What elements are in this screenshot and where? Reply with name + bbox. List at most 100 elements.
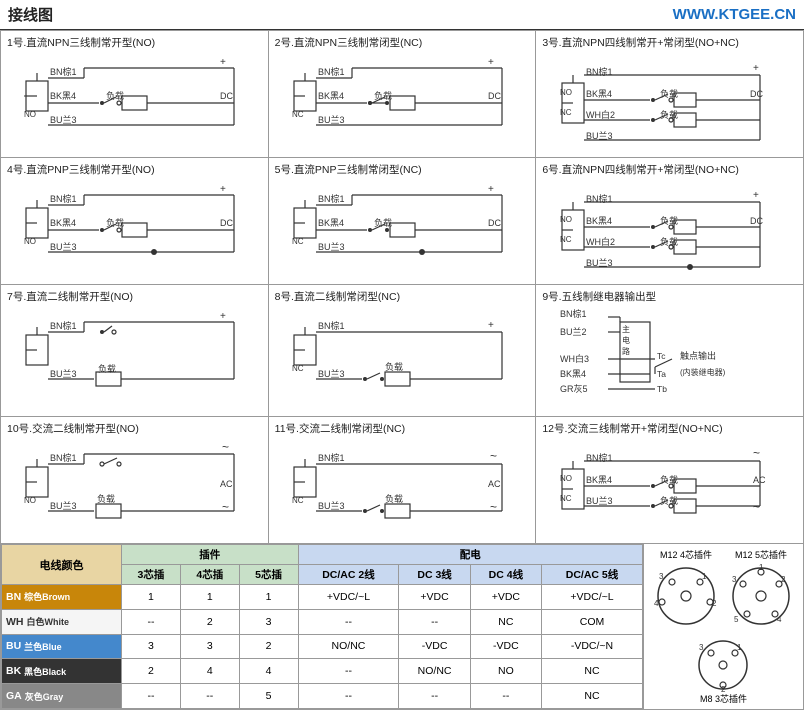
svg-text:NC: NC [292, 237, 304, 246]
svg-text:电: 电 [622, 335, 630, 345]
svg-text:5: 5 [734, 615, 739, 624]
row-wh: WH 白色White -- 2 3 -- -- NC COM [2, 609, 643, 634]
svg-text:AC: AC [220, 479, 233, 489]
diagram-12-svg: BN棕1 ~ BK黑4 负载 AC NO BU兰3 负载 NC ~ [560, 439, 780, 539]
diagram-4: 4号.直流PNP三线制常开型(NO) BN棕1 + BK黑4 负载 DC BU兰… [1, 158, 269, 285]
m12-4pin-diagram: 1 2 3 4 [654, 564, 719, 629]
svg-text:NC: NC [560, 235, 572, 244]
svg-text:2: 2 [712, 599, 717, 608]
svg-text:BU兰3: BU兰3 [318, 241, 345, 252]
svg-text:3: 3 [699, 643, 704, 652]
svg-text:路: 路 [622, 346, 630, 356]
col-3pin: 3芯插 [122, 565, 181, 585]
bk-code-cell: BK 黑色Black [2, 659, 122, 684]
bn-4pin: 1 [180, 585, 239, 610]
svg-text:BU兰3: BU兰3 [50, 114, 77, 125]
svg-text:BK黑4: BK黑4 [50, 91, 76, 101]
svg-text:NC: NC [292, 496, 304, 505]
bu-dcac2: NO/NC [298, 634, 399, 659]
color-table: 电线颜色 插件 配电 3芯插 4芯插 5芯插 DC/AC 2线 DC 3线 DC… [1, 544, 643, 709]
ga-code: GA [6, 690, 22, 702]
col-dcac2: DC/AC 2线 [298, 565, 399, 585]
diagram-8-title: 8号.直流二线制常闭型(NC) [275, 289, 530, 304]
diagram-2-title: 2号.直流NPN三线制常闭型(NC) [275, 35, 530, 50]
svg-text:(内装继电器): (内装继电器) [680, 367, 726, 377]
diagram-3: 3号.直流NPN四线制常开+常闭型(NO+NC) BN棕1 + BK黑4 负载 … [536, 31, 804, 158]
row-ga: GA 灰色Gray -- -- 5 -- -- -- NC [2, 684, 643, 709]
ga-dc3: -- [399, 684, 470, 709]
svg-text:BN棕1: BN棕1 [50, 193, 77, 204]
bn-dc3: +VDC [399, 585, 470, 610]
bn-cn: 棕色Brown [24, 590, 70, 603]
diagram-11-svg: BN棕1 ~ BU兰3 负载 NC ~ AC [292, 439, 512, 524]
svg-text:BK黑4: BK黑4 [50, 218, 76, 228]
diagram-3-svg: BN棕1 + BK黑4 负载 DC NO WH白2 负载 NC BU [560, 53, 780, 153]
svg-text:Tb: Tb [657, 384, 667, 394]
bn-dcac2: +VDC/~L [298, 585, 399, 610]
svg-text:DC: DC [750, 89, 763, 99]
diagram-12: 12号.交流三线制常开+常闭型(NO+NC) BN棕1 ~ BK黑4 负载 AC… [536, 417, 804, 544]
svg-text:DC: DC [488, 91, 501, 101]
m12-4pin-item: M12 4芯插件 1 2 3 4 [654, 548, 719, 632]
svg-text:DC: DC [220, 91, 233, 101]
wh-dcac5: COM [542, 609, 643, 634]
ga-dcac2: -- [298, 684, 399, 709]
svg-text:WH白2: WH白2 [586, 109, 615, 120]
col-dcac5: DC/AC 5线 [542, 565, 643, 585]
svg-text:BN棕1: BN棕1 [50, 452, 77, 463]
diagram-6: 6号.直流NPN四线制常开+常闭型(NO+NC) BN棕1 + BK黑4 负载 … [536, 158, 804, 285]
diagram-1-svg: BN棕1 + BK黑4 负载 DC BU兰3 NO [24, 53, 244, 138]
wh-3pin: -- [122, 609, 181, 634]
svg-text:GR灰5: GR灰5 [560, 383, 588, 394]
svg-text:BK黑4: BK黑4 [318, 91, 344, 101]
svg-text:NC: NC [560, 108, 572, 117]
wh-cn: 白色White [27, 615, 70, 628]
diagram-7-svg: BN棕1 + BU兰3 负载 [24, 307, 244, 392]
svg-text:~: ~ [490, 500, 497, 514]
diagram-11: 11号.交流二线制常闭型(NC) BN棕1 ~ BU兰3 负载 NC ~ AC [269, 417, 537, 544]
ga-code-cell: GA 灰色Gray [2, 684, 122, 709]
col-wire-color: 电线颜色 [2, 545, 122, 585]
svg-text:NO: NO [560, 215, 572, 224]
svg-text:AC: AC [488, 479, 501, 489]
diagram-6-title: 6号.直流NPN四线制常开+常闭型(NO+NC) [542, 162, 797, 177]
svg-text:Tc: Tc [657, 351, 666, 361]
diagram-10-title: 10号.交流二线制常开型(NO) [7, 421, 262, 436]
bk-dc3: NO/NC [399, 659, 470, 684]
svg-text:~: ~ [753, 446, 760, 460]
diagram-8: 8号.直流二线制常闭型(NC) BN棕1 + BU兰3 负载 NC [269, 285, 537, 417]
bk-4pin: 4 [180, 659, 239, 684]
svg-text:BK黑4: BK黑4 [586, 475, 612, 485]
svg-text:+: + [220, 57, 226, 68]
svg-text:负载: 负载 [97, 493, 115, 504]
diagram-6-svg: BN棕1 + BK黑4 负载 DC NO WH白2 负载 NC BU兰3 [560, 180, 780, 280]
svg-text:BN棕1: BN棕1 [318, 66, 345, 77]
svg-text:2: 2 [721, 685, 726, 692]
bn-5pin: 1 [239, 585, 298, 610]
svg-text:NC: NC [560, 494, 572, 503]
diagram-9: 9号.五线制继电器输出型 主 电 路 BN棕1 BU兰2 WH白3 Tc BK黑… [536, 285, 804, 417]
m8-3pin-item: 1 2 3 M8 3芯插件 [691, 637, 756, 705]
wh-code: WH [6, 616, 24, 628]
svg-text:BN棕1: BN棕1 [50, 320, 77, 331]
svg-text:负载: 负载 [98, 363, 116, 374]
svg-text:~: ~ [222, 500, 229, 514]
wh-4pin: 2 [180, 609, 239, 634]
svg-text:1: 1 [702, 572, 707, 581]
svg-text:BU兰3: BU兰3 [50, 368, 77, 379]
bu-code: BU [6, 640, 21, 652]
svg-text:+: + [488, 184, 494, 195]
bu-dcac5: -VDC/~N [542, 634, 643, 659]
diagram-3-title: 3号.直流NPN四线制常开+常闭型(NO+NC) [542, 35, 797, 50]
diagram-5-title: 5号.直流PNP三线制常闭型(NC) [275, 162, 530, 177]
page-title: 接线图 [8, 4, 53, 25]
website-url: WWW.KTGEE.CN [673, 6, 796, 23]
svg-text:主: 主 [622, 324, 630, 334]
bk-code: BK [6, 665, 21, 677]
ga-dcac5: NC [542, 684, 643, 709]
diagram-4-title: 4号.直流PNP三线制常开型(NO) [7, 162, 262, 177]
bn-3pin: 1 [122, 585, 181, 610]
svg-text:NO: NO [560, 88, 572, 97]
diagram-9-svg: 主 电 路 BN棕1 BU兰2 WH白3 Tc BK黑4 Ta GR灰5 Tb [560, 307, 780, 412]
ga-5pin: 5 [239, 684, 298, 709]
